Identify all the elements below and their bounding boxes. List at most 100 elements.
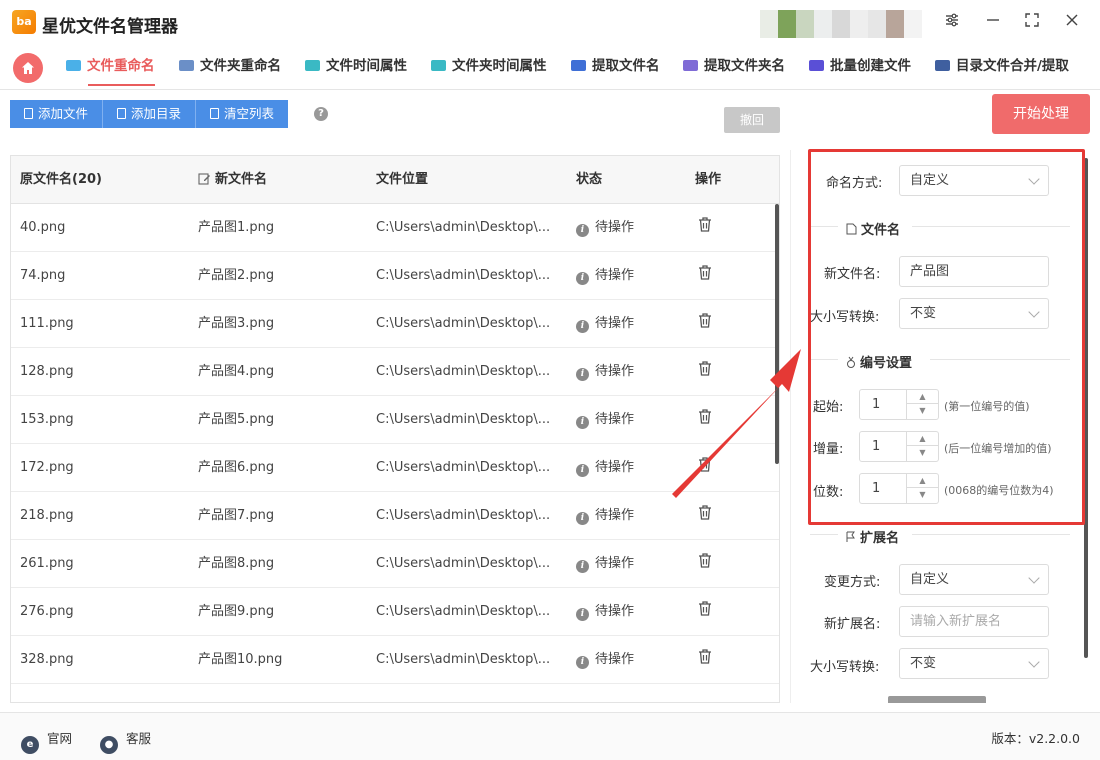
home-icon [22,62,34,74]
table-row[interactable]: 172.png 产品图6.png C:\Users\admin\Desktop\..… [11,444,779,492]
start-process-button[interactable]: 开始处理 [992,94,1090,134]
status-cell: i 待操作 [576,492,634,540]
clear-list-button[interactable]: 清空列表 [196,100,289,128]
add-file-button[interactable]: 添加文件 [10,100,104,128]
trash-icon [210,108,220,119]
tab-label: 提取文件名 [592,58,660,74]
status-cell: i 待操作 [576,348,634,396]
status-text: 待操作 [595,268,635,283]
info-icon: i [576,368,589,381]
status-cell: i 待操作 [576,300,634,348]
annotation-highlight-box [808,149,1085,525]
delete-icon[interactable] [697,540,713,588]
divider [912,534,1070,535]
location-cell: C:\Users\admin\Desktop\... [376,604,551,619]
table-row[interactable]: 128.png 产品图4.png C:\Users\admin\Desktop\..… [11,348,779,396]
status-text: 待操作 [595,556,635,571]
tab-label: 文件夹时间属性 [452,58,547,74]
help-icon[interactable]: ? [314,107,328,121]
partial-button[interactable] [888,696,986,703]
ie-icon: e [21,736,39,754]
divider [810,534,838,535]
tab-label: 目录文件合并/提取 [956,58,1069,74]
new-ext-input[interactable]: 请输入新扩展名 [899,606,1049,637]
minimize-icon[interactable] [980,10,1006,36]
app-logo: ba [12,10,36,34]
delete-icon[interactable] [697,348,713,396]
status-cell: i 待操作 [576,588,634,636]
original-name-cell: 128.png [20,364,74,379]
tab-label: 批量创建文件 [830,58,911,74]
table-row[interactable]: 328.png 产品图10.png C:\Users\admin\Desktop\.… [11,636,779,684]
col-location: 文件位置 [376,172,429,187]
support-link[interactable]: ● 客服 [100,728,151,754]
table-row[interactable]: 111.png 产品图3.png C:\Users\admin\Desktop\..… [11,300,779,348]
folder-icon [117,108,127,119]
website-link[interactable]: e 官网 [21,728,72,754]
delete-icon[interactable] [697,588,713,636]
info-icon: i [576,416,589,429]
user-avatar-blurred[interactable] [760,10,922,38]
delete-icon[interactable] [697,636,713,684]
table-row[interactable]: 276.png 产品图9.png C:\Users\admin\Desktop\..… [11,588,779,636]
app-title: 星优文件名管理器 [42,17,178,37]
tab-extract-foldername[interactable]: 提取文件夹名 [683,46,785,90]
delete-icon[interactable] [697,444,713,492]
change-mode-value: 自定义 [910,572,950,587]
info-icon: i [576,464,589,477]
tab-folder-rename[interactable]: 文件夹重命名 [179,46,281,90]
add-file-label: 添加文件 [38,106,89,121]
location-cell: C:\Users\admin\Desktop\... [376,268,551,283]
new-name-cell: 产品图8.png [198,556,275,571]
new-name-cell: 产品图2.png [198,268,275,283]
table-row[interactable]: 218.png 产品图7.png C:\Users\admin\Desktop\..… [11,492,779,540]
tab-folder-rename-icon [179,60,194,71]
settings-icon[interactable] [939,10,965,36]
maximize-icon[interactable] [1019,10,1045,36]
new-ext-label: 新扩展名: [824,617,881,632]
info-icon: i [576,560,589,573]
info-icon: i [576,656,589,669]
delete-icon[interactable] [697,396,713,444]
status-text: 待操作 [595,220,635,235]
edit-icon [198,173,210,185]
tab-dir-merge[interactable]: 目录文件合并/提取 [935,46,1069,90]
table-scrollbar[interactable] [775,204,779,464]
status-cell: i 待操作 [576,252,634,300]
home-button[interactable] [13,53,43,83]
status-text: 待操作 [595,364,635,379]
footer: e 官网 ● 客服 版本：v2.2.0.0 [0,712,1100,760]
tab-folder-time[interactable]: 文件夹时间属性 [431,46,547,90]
table-row[interactable]: 261.png 产品图8.png C:\Users\admin\Desktop\..… [11,540,779,588]
tab-file-rename[interactable]: 文件重命名 [66,46,155,90]
location-cell: C:\Users\admin\Desktop\... [376,652,551,667]
info-icon: i [576,272,589,285]
new-name-cell: 产品图3.png [198,316,275,331]
add-dir-button[interactable]: 添加目录 [103,100,197,128]
tab-file-time[interactable]: 文件时间属性 [305,46,407,90]
file-button-group: 添加文件 添加目录 清空列表 [10,100,289,128]
col-status: 状态 [576,172,603,187]
original-name-cell: 40.png [20,220,66,235]
delete-icon[interactable] [697,252,713,300]
tab-navigation: 文件重命名 文件夹重命名 文件时间属性 文件夹时间属性 提取文件名 提取文件夹名… [0,46,1100,90]
undo-button[interactable]: 撤回 [724,107,780,133]
col-new-name: 新文件名 [198,156,267,204]
version-label: 版本：v2.2.0.0 [991,731,1080,746]
delete-icon[interactable] [697,300,713,348]
location-cell: C:\Users\admin\Desktop\... [376,220,551,235]
info-icon: i [576,320,589,333]
tab-extract-filename[interactable]: 提取文件名 [571,46,660,90]
flag-icon [846,531,855,542]
table-row[interactable]: 74.png 产品图2.png C:\Users\admin\Desktop\...… [11,252,779,300]
original-name-cell: 218.png [20,508,74,523]
delete-icon[interactable] [697,204,713,252]
original-name-cell: 74.png [20,268,66,283]
table-row[interactable]: 153.png 产品图5.png C:\Users\admin\Desktop\..… [11,396,779,444]
close-icon[interactable] [1059,10,1085,36]
change-mode-select[interactable]: 自定义 [899,564,1049,595]
tab-batch-create[interactable]: 批量创建文件 [809,46,911,90]
delete-icon[interactable] [697,492,713,540]
ext-case-select[interactable]: 不变 [899,648,1049,679]
table-row[interactable]: 40.png 产品图1.png C:\Users\admin\Desktop\...… [11,204,779,252]
